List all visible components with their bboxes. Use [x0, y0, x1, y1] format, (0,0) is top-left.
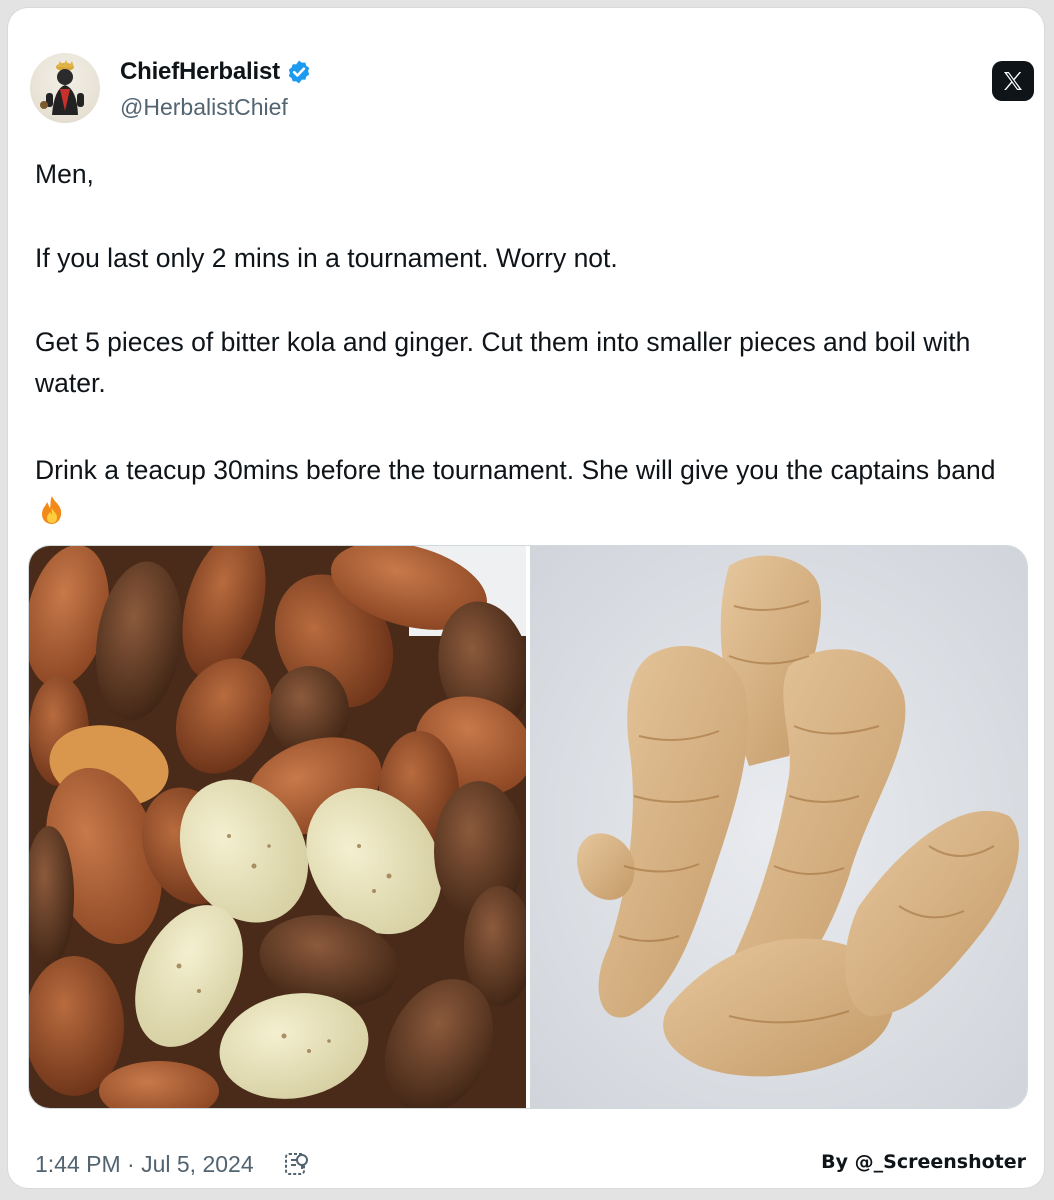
tweet-line: Get 5 pieces of bitter kola and ginger. …: [35, 327, 971, 398]
timestamp[interactable]: 1:44 PM · Jul 5, 2024: [35, 1151, 254, 1178]
media-svg: [29, 546, 1027, 1108]
watermark-credit: By @_Screenshoter: [821, 1151, 1026, 1173]
media-divider: [526, 546, 530, 1108]
avatar[interactable]: [30, 53, 100, 123]
tweet-line-with-emoji: Drink a teacup 30mins before the tournam…: [35, 450, 1025, 532]
tweet-line: Drink a teacup 30mins before the tournam…: [35, 455, 996, 485]
ginger-root-photo: [530, 546, 1027, 1108]
tweet-media[interactable]: [28, 545, 1028, 1109]
author-handle[interactable]: @HerbalistChief: [120, 94, 288, 121]
tweet-card: ChiefHerbalist @HerbalistChief Men, If y…: [8, 8, 1044, 1188]
analytics-icon[interactable]: [282, 1149, 312, 1179]
verified-badge-icon: [288, 60, 310, 84]
avatar-illustration: [40, 60, 84, 115]
fire-icon: [42, 496, 62, 524]
tweet-footer: 1:44 PM · Jul 5, 2024: [35, 1149, 312, 1179]
author-name-row[interactable]: ChiefHerbalist: [120, 58, 312, 86]
tweet-line: Men,: [35, 159, 94, 189]
bitter-kola-photo: [29, 546, 534, 1108]
display-name[interactable]: ChiefHerbalist: [120, 58, 280, 86]
tweet-line: If you last only 2 mins in a tournament.…: [35, 243, 618, 273]
x-logo-icon[interactable]: [992, 61, 1034, 101]
x-glyph: [1004, 72, 1022, 90]
